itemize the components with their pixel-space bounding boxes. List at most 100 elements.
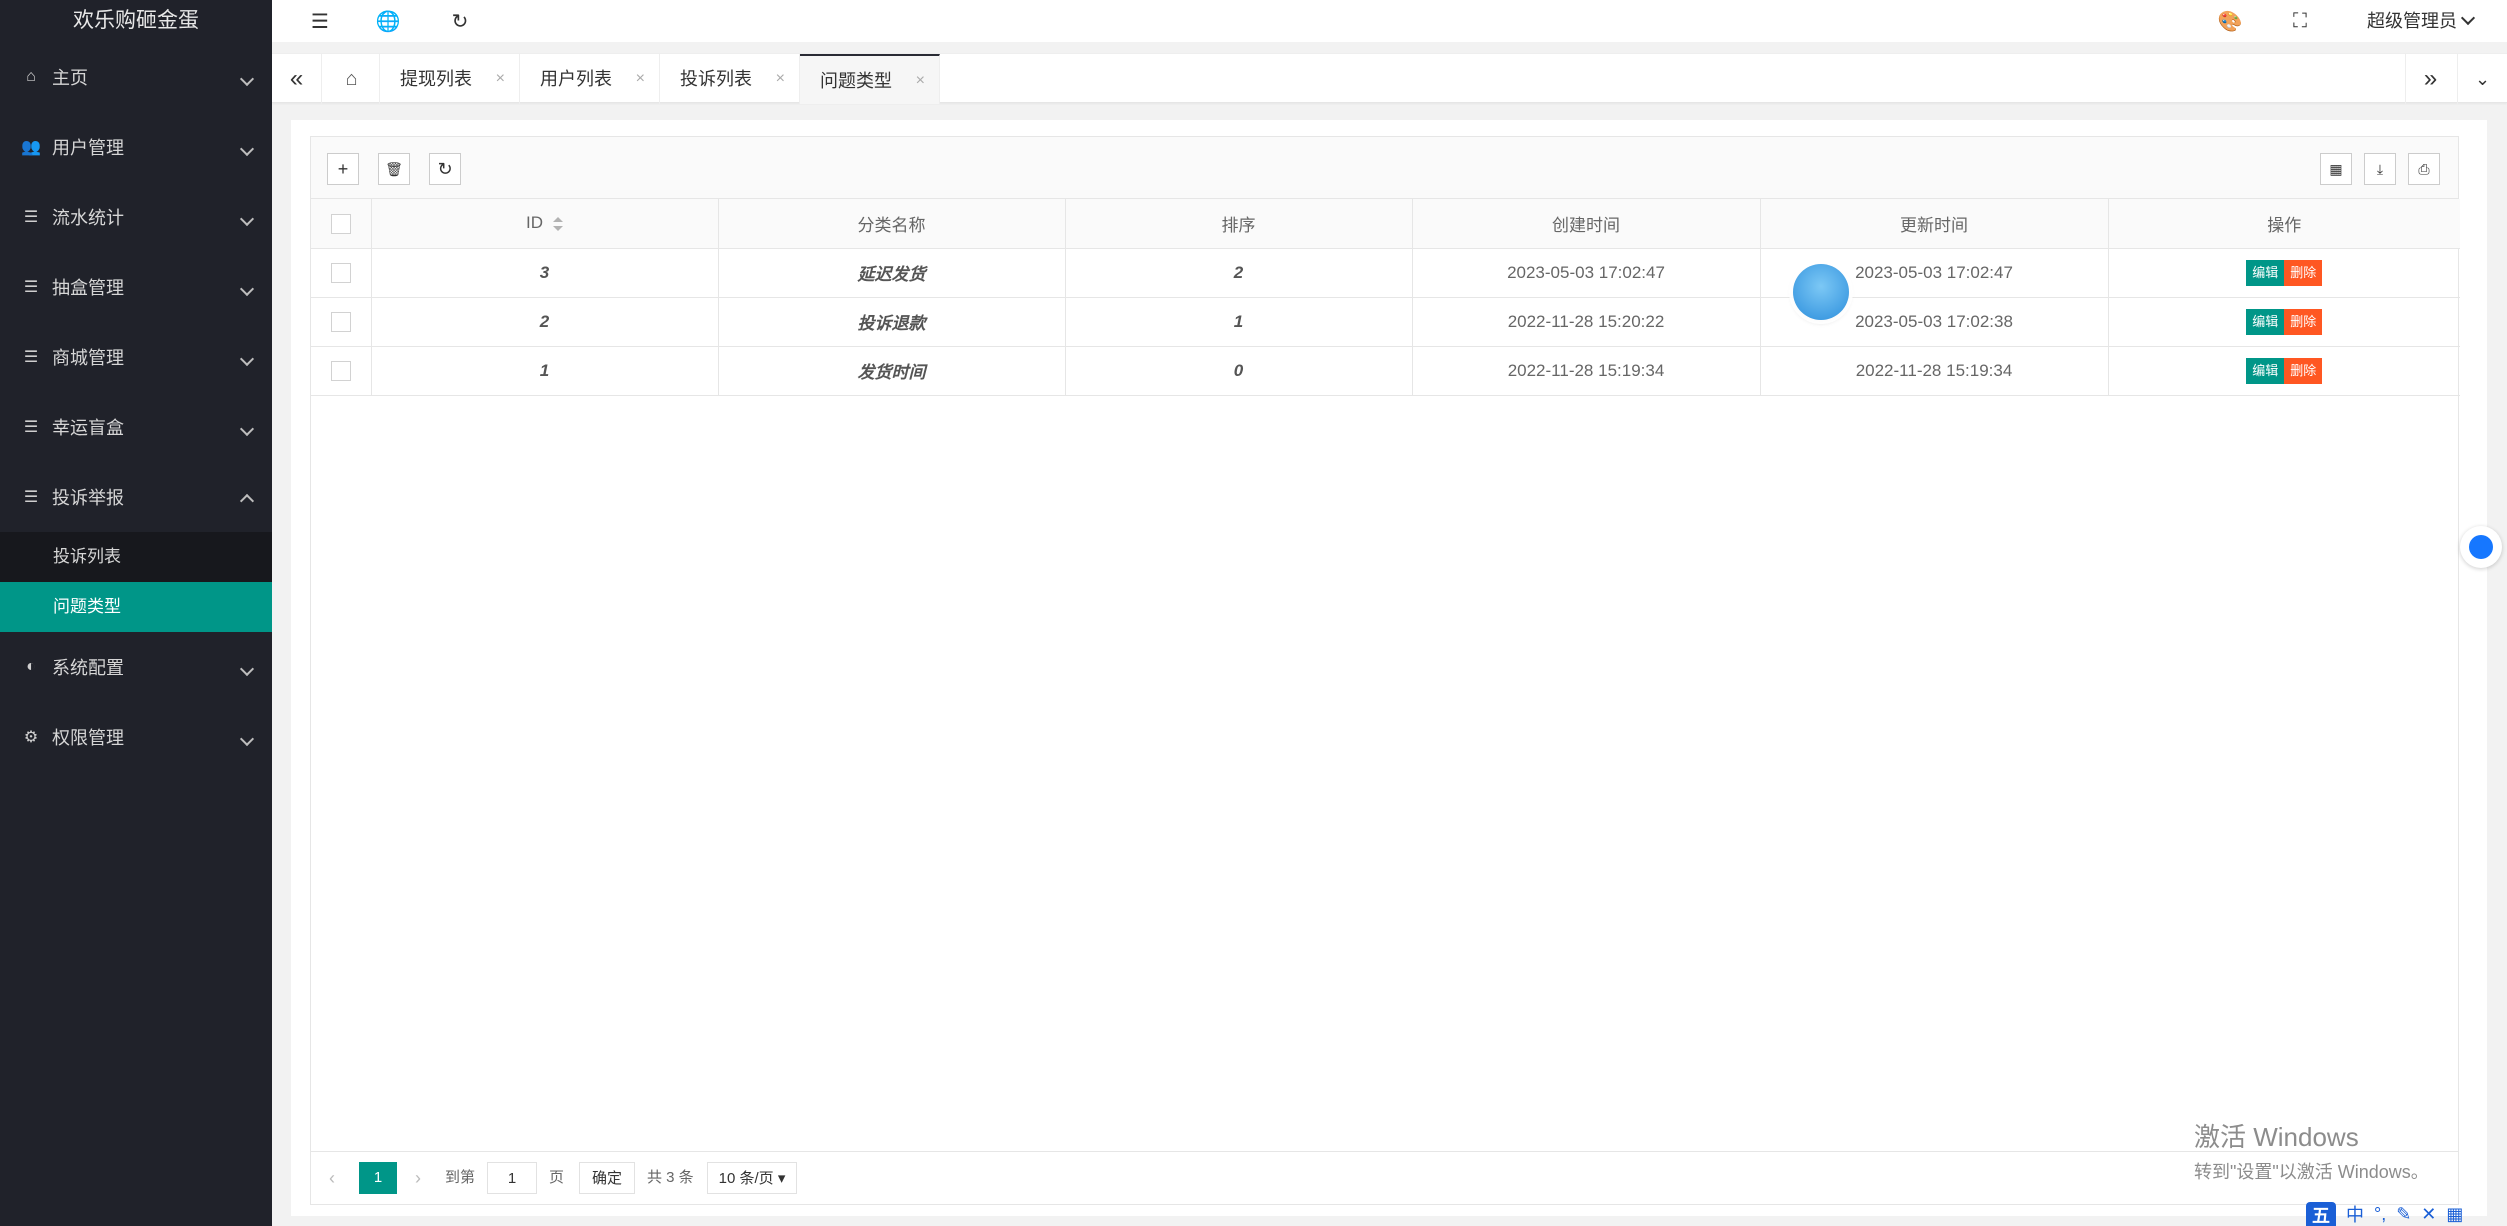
columns-filter-button[interactable]: ▦	[2320, 153, 2352, 185]
plus-icon: +	[337, 158, 349, 179]
row-checkbox[interactable]	[330, 262, 351, 283]
menu-toggle-icon[interactable]: ☰	[300, 0, 340, 42]
cell-sort: 0	[1065, 346, 1413, 396]
gear-icon: ⚙	[23, 729, 39, 746]
chevron-down-icon	[239, 731, 255, 747]
row-checkbox-cell[interactable]	[311, 248, 372, 298]
sidebar-subitem-issue-types[interactable]: 问题类型	[0, 582, 272, 632]
sidebar-item-mall-manage[interactable]: ☰ 商城管理	[0, 322, 272, 392]
tab-user-list[interactable]: 用户列表 ×	[520, 54, 660, 104]
globe-icon[interactable]: 🌐	[368, 0, 408, 42]
per-page-value: 10 条/页	[718, 1170, 774, 1187]
select-all-checkbox-cell[interactable]	[311, 199, 372, 249]
row-checkbox-cell[interactable]	[311, 297, 372, 347]
sidebar-item-system-config[interactable]: ◐ 系统配置	[0, 632, 272, 702]
tabs-scroll-right-icon[interactable]: »	[2405, 54, 2455, 104]
sidebar-item-home[interactable]: ⌂ 主页	[0, 42, 272, 112]
close-icon[interactable]: ×	[916, 56, 925, 106]
chat-bubble-button[interactable]	[2460, 526, 2502, 568]
ime-logo[interactable]: 五	[2306, 1202, 2336, 1226]
print-button[interactable]: ⎙	[2408, 153, 2440, 185]
sidebar-item-label: 权限管理	[52, 728, 124, 748]
delete-button[interactable]: 删除	[2284, 357, 2323, 384]
column-header-id[interactable]: ID	[371, 199, 719, 249]
sidebar-item-box-manage[interactable]: ☰ 抽盒管理	[0, 252, 272, 322]
row-checkbox[interactable]	[330, 360, 351, 381]
close-icon[interactable]: ×	[776, 54, 785, 104]
sidebar-item-users[interactable]: 👥 用户管理	[0, 112, 272, 182]
floating-assistant-ball[interactable]	[1793, 264, 1849, 320]
home-icon: ⌂	[26, 68, 36, 85]
cell-created: 2022-11-28 15:19:34	[1412, 346, 1761, 396]
issue-type-table: ID 分类名称 排序 创建时间 更新时间 操作 3 延迟发货 2 2023-05…	[311, 199, 2460, 396]
tab-label: 用户列表	[540, 69, 612, 89]
tab-home-icon[interactable]: ⌂	[324, 54, 380, 104]
tab-label: 提现列表	[400, 69, 472, 89]
tabs-scroll-left-icon[interactable]: «	[272, 54, 322, 104]
top-header: ☰ 🌐 ↻ 🎨 ⛶ 超级管理员	[272, 0, 2507, 42]
edit-button[interactable]: 编辑	[2246, 357, 2285, 384]
ime-keyboard-icon[interactable]: ▦	[2446, 1204, 2463, 1225]
delete-button[interactable]: 删除	[2284, 259, 2323, 286]
ime-pen-icon[interactable]: ✎	[2396, 1204, 2411, 1225]
theme-icon[interactable]: 🎨	[2210, 0, 2250, 42]
current-page-button[interactable]: 1	[359, 1162, 397, 1194]
per-page-select[interactable]: 10 条/页 ▾	[707, 1162, 797, 1194]
row-checkbox[interactable]	[330, 311, 351, 332]
sidebar-item-label: 系统配置	[52, 658, 124, 678]
column-header-name: 分类名称	[718, 199, 1066, 249]
sidebar-item-lucky-box[interactable]: ☰ 幸运盲盒	[0, 392, 272, 462]
refresh-icon[interactable]: ↻	[440, 0, 480, 42]
sidebar-subitem-complaint-list[interactable]: 投诉列表	[0, 532, 272, 582]
tab-issue-types[interactable]: 问题类型 ×	[800, 54, 940, 104]
chevron-down-icon	[239, 141, 255, 157]
cell-name: 延迟发货	[718, 248, 1066, 298]
goto-confirm-button[interactable]: 确定	[579, 1162, 635, 1194]
delete-button[interactable]: 删除	[2284, 308, 2323, 335]
edit-button[interactable]: 编辑	[2246, 308, 2285, 335]
ime-tools-icon[interactable]: ✕	[2421, 1204, 2436, 1225]
sidebar-item-label: 流水统计	[52, 208, 124, 228]
sort-icon[interactable]	[553, 216, 563, 231]
cell-name: 发货时间	[718, 346, 1066, 396]
admin-menu[interactable]: 超级管理员	[2367, 0, 2476, 42]
tab-withdraw-list[interactable]: 提现列表 ×	[380, 54, 520, 104]
edit-button[interactable]: 编辑	[2246, 259, 2285, 286]
cell-actions: 编辑 删除	[2108, 248, 2460, 298]
add-button[interactable]: +	[327, 153, 359, 185]
row-checkbox-cell[interactable]	[311, 346, 372, 396]
cell-created: 2023-05-03 17:02:47	[1412, 248, 1761, 298]
close-icon[interactable]: ×	[496, 54, 505, 104]
list-icon: ☰	[23, 209, 39, 226]
goto-page-input[interactable]: 1	[487, 1162, 537, 1194]
chevron-down-icon	[239, 281, 255, 297]
close-icon[interactable]: ×	[636, 54, 645, 104]
cell-actions: 编辑 删除	[2108, 297, 2460, 347]
next-page-icon[interactable]: ›	[415, 1162, 421, 1194]
export-icon: ⤓	[2376, 160, 2384, 177]
sidebar-item-permissions[interactable]: ⚙ 权限管理	[0, 702, 272, 772]
refresh-table-button[interactable]: ↻	[429, 153, 461, 185]
sidebar-item-label: 投诉举报	[52, 488, 124, 508]
list-icon: ☰	[23, 279, 39, 296]
subnav-complaints: 投诉列表 问题类型	[0, 532, 272, 632]
table-toolbar: + 🗑 ↻ ▦ ⤓ ⎙	[311, 137, 2458, 199]
select-all-checkbox[interactable]	[330, 213, 351, 234]
ime-mode[interactable]: 中	[2346, 1201, 2364, 1226]
column-header-updated: 更新时间	[1760, 199, 2109, 249]
sidebar-item-complaints[interactable]: ☰ 投诉举报	[0, 462, 272, 532]
fullscreen-icon[interactable]: ⛶	[2280, 0, 2320, 42]
ime-punctuation-icon[interactable]: °,	[2374, 1204, 2386, 1225]
windows-activation-watermark: 激活 Windows 转到"设置"以激活 Windows。	[2194, 1117, 2429, 1184]
export-button[interactable]: ⤓	[2364, 153, 2396, 185]
cell-sort: 2	[1065, 248, 1413, 298]
prev-page-icon[interactable]: ‹	[329, 1162, 335, 1194]
chevron-down-icon	[239, 211, 255, 227]
tabs-menu-chevron-icon[interactable]: ⌄	[2457, 54, 2507, 104]
tab-complaint-list[interactable]: 投诉列表 ×	[660, 54, 800, 104]
sidebar-item-flow-stats[interactable]: ☰ 流水统计	[0, 182, 272, 252]
delete-selected-button[interactable]: 🗑	[378, 153, 410, 185]
list-icon: ☰	[23, 489, 39, 506]
table-row: 3 延迟发货 2 2023-05-03 17:02:47 2023-05-03 …	[311, 248, 2460, 298]
pagination: ‹ 1 › 到第 1 页 确定 共 3 条 10 条/页 ▾	[311, 1151, 2458, 1204]
